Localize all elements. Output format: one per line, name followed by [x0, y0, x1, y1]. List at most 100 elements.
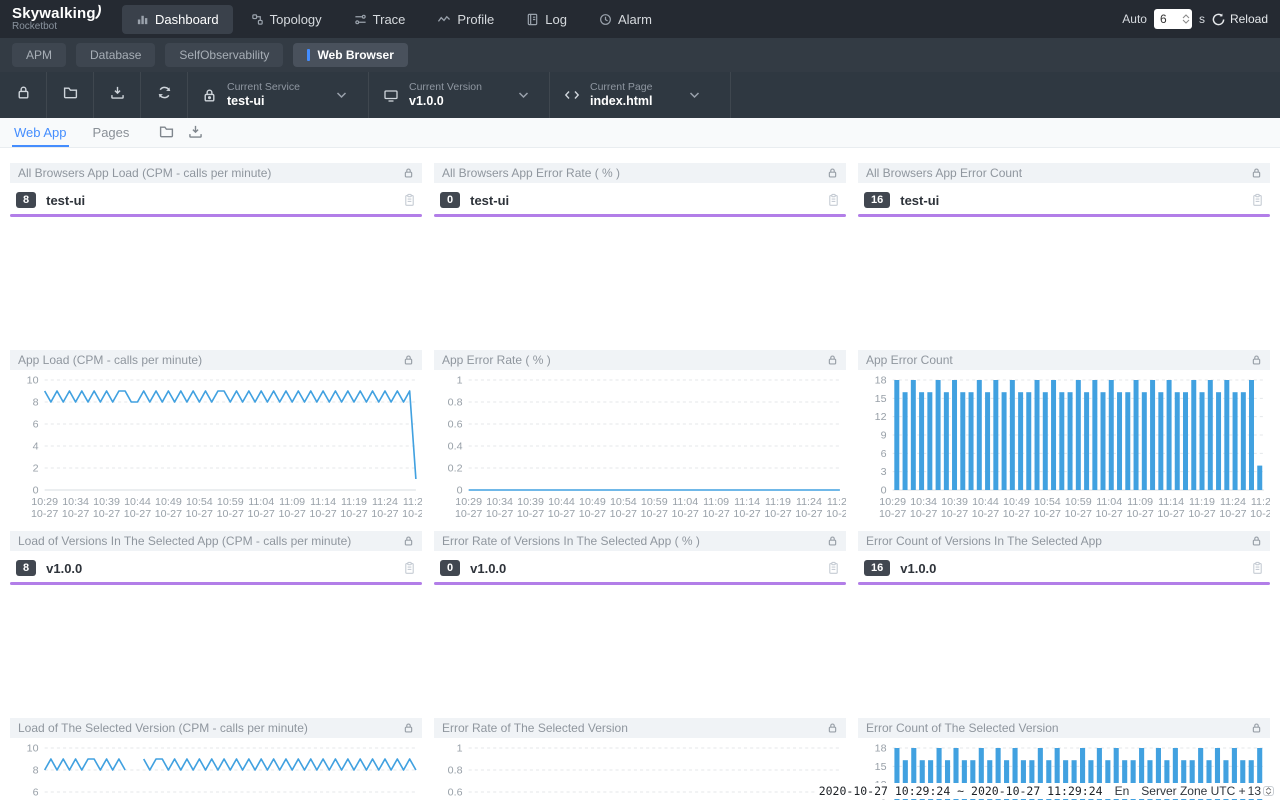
chart-area: 024681010:2910-2710:3410-2710:3910-2710:…	[10, 370, 422, 522]
card-lock-icon[interactable]	[827, 354, 838, 366]
svg-text:10:49: 10:49	[155, 496, 182, 508]
zone-stepper-icon[interactable]	[1263, 786, 1274, 796]
card-header: Error Count of The Selected Version	[858, 718, 1270, 738]
card-lock-icon[interactable]	[403, 722, 414, 734]
svg-text:11:24: 11:24	[372, 496, 398, 508]
svg-text:10-27: 10-27	[1034, 508, 1061, 520]
card-lock-icon[interactable]	[1251, 354, 1262, 366]
card-title: Error Rate of Versions In The Selected A…	[442, 534, 700, 548]
svg-text:10-27: 10-27	[217, 508, 244, 520]
clipboard-icon[interactable]	[403, 193, 416, 207]
clipboard-icon[interactable]	[1251, 561, 1264, 575]
list-item[interactable]: 0v1.0.0	[434, 551, 846, 582]
svg-text:10-27: 10-27	[93, 508, 120, 520]
toolbar-download-button[interactable]	[94, 72, 140, 118]
svg-text:10-27: 10-27	[1157, 508, 1184, 520]
reload-button[interactable]: Reload	[1212, 12, 1268, 26]
clipboard-icon[interactable]	[1251, 193, 1264, 207]
toolbar-folder-button[interactable]	[47, 72, 93, 118]
group-tab-web-browser[interactable]: Web Browser	[293, 43, 407, 67]
auto-interval-input[interactable]: 6	[1154, 9, 1192, 29]
reload-icon	[1212, 13, 1225, 26]
group-tab-apm[interactable]: APM	[12, 43, 66, 67]
card-list: Error Rate of Versions In The Selected A…	[434, 531, 846, 709]
selector-value: test-ui	[227, 94, 300, 110]
svg-text:10-27: 10-27	[1250, 508, 1270, 520]
toolbar-refresh-button[interactable]	[141, 72, 187, 118]
svg-text:10-27: 10-27	[879, 508, 906, 520]
import-icon[interactable]	[188, 124, 203, 139]
toolbar-lock-button[interactable]	[0, 72, 46, 118]
nav-item-alarm[interactable]: Alarm	[585, 5, 666, 34]
endpoint-list: 0v1.0.0	[434, 551, 846, 709]
card-lock-icon[interactable]	[827, 535, 838, 547]
list-item[interactable]: 8v1.0.0	[10, 551, 422, 582]
server-zone-value: 13	[1248, 784, 1261, 798]
svg-text:10-27: 10-27	[702, 508, 729, 520]
svg-text:0: 0	[457, 485, 463, 497]
svg-text:11:29: 11:29	[1251, 496, 1270, 508]
folder-icon[interactable]	[159, 124, 174, 139]
card-list: All Browsers App Error Rate ( % )0test-u…	[434, 163, 846, 341]
list-item[interactable]: 16v1.0.0	[858, 551, 1270, 582]
nav-item-label: Log	[545, 12, 567, 27]
selected-indicator	[858, 214, 1270, 217]
selected-indicator	[434, 214, 846, 217]
card-lock-icon[interactable]	[1251, 167, 1262, 179]
svg-text:10-27: 10-27	[309, 508, 336, 520]
card-header: Error Rate of Versions In The Selected A…	[434, 531, 846, 551]
card-title: Error Count of The Selected Version	[866, 721, 1059, 735]
clipboard-icon[interactable]	[403, 561, 416, 575]
content-tab-web-app[interactable]: Web App	[12, 119, 69, 147]
svg-text:10-27: 10-27	[62, 508, 89, 520]
language-switch[interactable]: En	[1115, 784, 1130, 798]
card-lock-icon[interactable]	[403, 167, 414, 179]
content-tab-pages[interactable]: Pages	[91, 119, 132, 147]
card-lock-icon[interactable]	[1251, 722, 1262, 734]
chevron-down-icon	[518, 91, 529, 99]
nav-item-trace[interactable]: Trace	[340, 5, 420, 34]
svg-text:10-27: 10-27	[517, 508, 544, 520]
list-item[interactable]: 8test-ui	[10, 183, 422, 214]
time-range-picker[interactable]: 2020-10-27 10:29:24 ~ 2020-10-27 11:29:2…	[819, 784, 1103, 798]
nav-item-log[interactable]: Log	[512, 5, 581, 34]
nav-item-topology[interactable]: Topology	[237, 5, 336, 34]
selected-indicator	[10, 214, 422, 217]
card-lock-icon[interactable]	[827, 722, 838, 734]
clipboard-icon[interactable]	[827, 193, 840, 207]
current-service-selector[interactable]: Current Servicetest-ui	[188, 72, 368, 118]
card-bar: App Error Count036912151810:2910-2710:34…	[858, 350, 1270, 522]
group-tab-database[interactable]: Database	[76, 43, 155, 67]
svg-text:10-27: 10-27	[455, 508, 482, 520]
group-tab-selfobservability[interactable]: SelfObservability	[165, 43, 283, 67]
svg-text:1: 1	[457, 375, 463, 387]
selected-indicator	[858, 582, 1270, 585]
card-lock-icon[interactable]	[403, 354, 414, 366]
auto-unit: s	[1199, 12, 1205, 26]
chevron-down-icon	[336, 91, 347, 99]
bar-chart: 036912151810:2910-2710:3410-2710:3910-27…	[858, 370, 1270, 522]
group-tab-label: SelfObservability	[179, 48, 269, 62]
list-item[interactable]: 0test-ui	[434, 183, 846, 214]
current-page-selector[interactable]: Current Pageindex.html	[550, 72, 730, 118]
stepper-arrows-icon[interactable]	[1182, 14, 1190, 24]
status-bar: 2020-10-27 10:29:24 ~ 2020-10-27 11:29:2…	[817, 783, 1276, 799]
card-lock-icon[interactable]	[827, 167, 838, 179]
list-item[interactable]: 16test-ui	[858, 183, 1270, 214]
card-header: All Browsers App Load (CPM - calls per m…	[10, 163, 422, 183]
svg-text:10:34: 10:34	[910, 496, 937, 508]
server-zone-label: Server Zone UTC +	[1141, 784, 1245, 798]
card-lock-icon[interactable]	[403, 535, 414, 547]
svg-text:0.2: 0.2	[448, 463, 463, 475]
card-header: App Load (CPM - calls per minute)	[10, 350, 422, 370]
app-logo[interactable]: Skywalking) Rocketbot	[12, 6, 108, 32]
card-header: Error Rate of The Selected Version	[434, 718, 846, 738]
svg-text:11:04: 11:04	[1096, 496, 1122, 508]
nav-item-profile[interactable]: Profile	[423, 5, 508, 34]
card-lock-icon[interactable]	[1251, 535, 1262, 547]
nav-item-dashboard[interactable]: Dashboard	[122, 5, 233, 34]
svg-text:10-27: 10-27	[31, 508, 58, 520]
current-version-selector[interactable]: Current Versionv1.0.0	[369, 72, 549, 118]
clipboard-icon[interactable]	[827, 561, 840, 575]
value-badge: 0	[440, 192, 460, 208]
